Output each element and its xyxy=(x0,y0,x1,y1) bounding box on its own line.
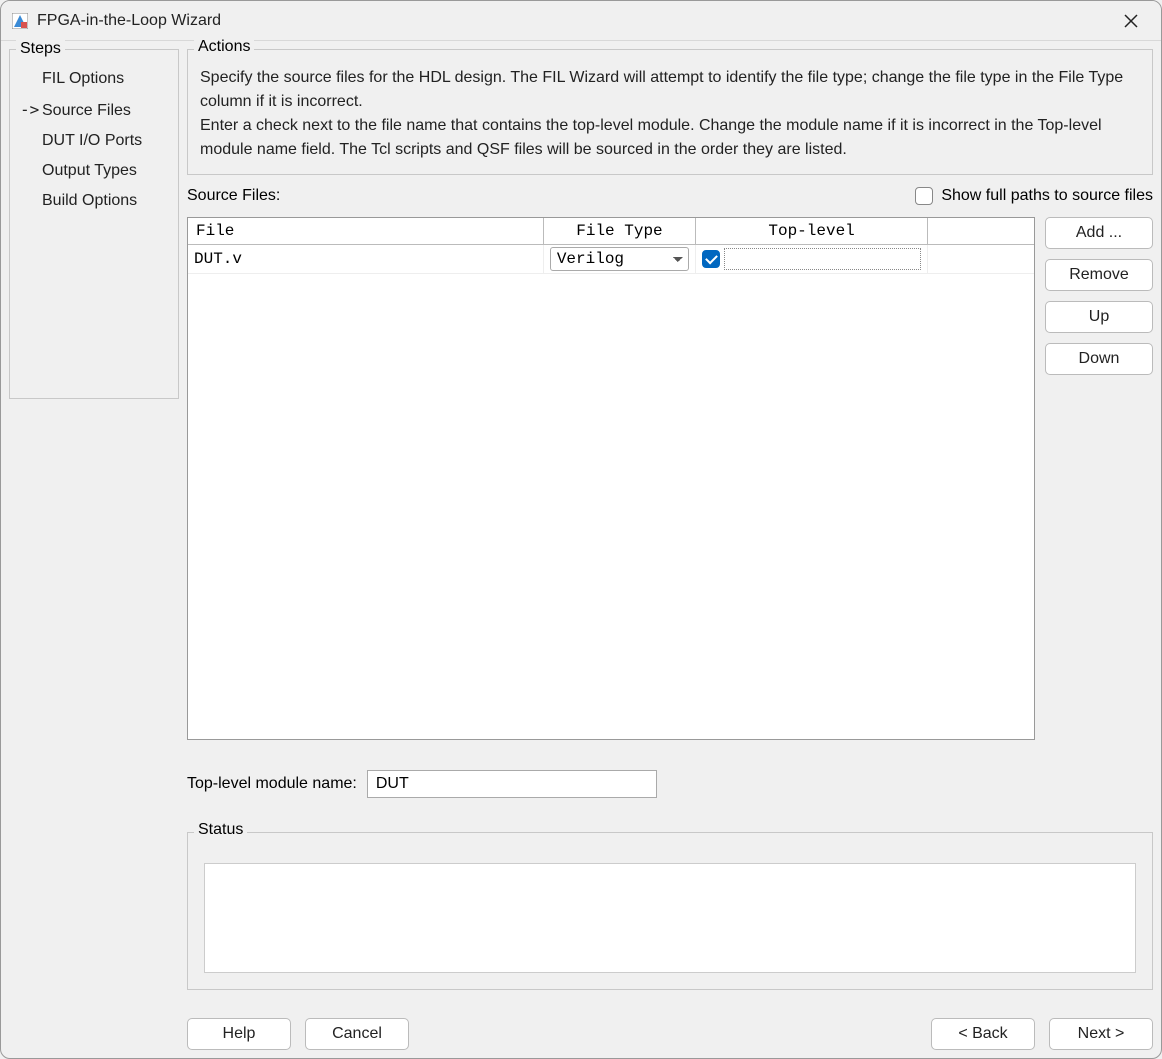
show-full-paths-label: Show full paths to source files xyxy=(941,187,1153,205)
source-files-header: Source Files: Show full paths to source … xyxy=(187,185,1153,207)
checkbox-icon xyxy=(915,187,933,205)
add-button[interactable]: Add ... xyxy=(1045,217,1153,249)
status-panel: Status xyxy=(187,832,1153,990)
step-label: DUT I/O Ports xyxy=(42,132,142,149)
col-header-empty xyxy=(928,218,1034,245)
status-legend: Status xyxy=(194,821,247,839)
file-type-cell: Verilog xyxy=(543,245,695,274)
actions-text: Specify the source files for the HDL des… xyxy=(200,66,1140,162)
step-output-types[interactable]: Output Types xyxy=(20,156,168,186)
file-buttons: Add ... Remove Up Down xyxy=(1045,217,1153,740)
step-dut-io-ports[interactable]: DUT I/O Ports xyxy=(20,126,168,156)
step-label: Build Options xyxy=(42,192,137,209)
step-label: Output Types xyxy=(42,162,137,179)
footer-buttons: Help Cancel < Back Next > xyxy=(187,1000,1153,1050)
steps-legend: Steps xyxy=(16,40,65,58)
steps-panel: Steps FIL Options ->Source Files DUT I/O… xyxy=(9,49,179,399)
top-level-checkbox[interactable] xyxy=(702,250,720,268)
step-source-files[interactable]: ->Source Files xyxy=(20,94,168,126)
step-build-options[interactable]: Build Options xyxy=(20,186,168,216)
file-type-select[interactable]: Verilog xyxy=(550,247,689,271)
status-box xyxy=(204,863,1136,973)
help-button[interactable]: Help xyxy=(187,1018,291,1050)
cancel-button[interactable]: Cancel xyxy=(305,1018,409,1050)
actions-panel: Actions Specify the source files for the… xyxy=(187,49,1153,175)
actions-legend: Actions xyxy=(194,38,254,56)
titlebar: FPGA-in-the-Loop Wizard xyxy=(1,1,1161,41)
show-full-paths-checkbox[interactable]: Show full paths to source files xyxy=(915,187,1153,205)
col-header-file[interactable]: File xyxy=(188,218,543,245)
col-header-file-type[interactable]: File Type xyxy=(543,218,695,245)
step-fil-options[interactable]: FIL Options xyxy=(20,64,168,94)
back-button[interactable]: < Back xyxy=(931,1018,1035,1050)
wizard-window: FPGA-in-the-Loop Wizard Steps FIL Option… xyxy=(0,0,1162,1059)
step-label: Source Files xyxy=(42,102,131,119)
close-icon[interactable] xyxy=(1111,6,1151,36)
module-name-row: Top-level module name: xyxy=(187,770,1153,798)
file-cell[interactable]: DUT.v xyxy=(188,245,543,274)
down-button[interactable]: Down xyxy=(1045,343,1153,375)
empty-cell xyxy=(928,245,1034,274)
module-name-label: Top-level module name: xyxy=(187,775,357,793)
next-button[interactable]: Next > xyxy=(1049,1018,1153,1050)
window-title: FPGA-in-the-Loop Wizard xyxy=(37,12,1111,30)
module-name-input[interactable] xyxy=(367,770,657,798)
col-header-top-level[interactable]: Top-level xyxy=(696,218,928,245)
source-files-table: File File Type Top-level DUT.v xyxy=(187,217,1035,740)
table-empty-area[interactable] xyxy=(188,274,1034,739)
top-level-name-input[interactable] xyxy=(724,248,921,270)
table-row[interactable]: DUT.v Verilog xyxy=(188,245,1034,274)
remove-button[interactable]: Remove xyxy=(1045,259,1153,291)
source-files-label: Source Files: xyxy=(187,187,280,205)
top-level-cell xyxy=(696,245,928,274)
up-button[interactable]: Up xyxy=(1045,301,1153,333)
main-panel: Actions Specify the source files for the… xyxy=(187,49,1153,1050)
app-icon xyxy=(11,12,29,30)
step-label: FIL Options xyxy=(42,70,124,87)
